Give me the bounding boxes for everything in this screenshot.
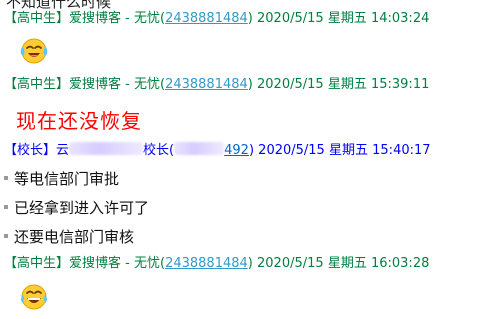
message-line: 已经拿到进入许可了 [4, 197, 149, 218]
redacted-uid-blur [174, 142, 225, 155]
bullet-icon [4, 176, 8, 180]
chat-log: 不知道什么时候 【高中生】爱搜博客 - 无忧(2438881484) 2020/… [0, 0, 488, 319]
message-weekday: 星期五 [327, 11, 367, 26]
message-date: 2020/5/15 [258, 143, 325, 158]
message-header: 【高中生】爱搜博客 - 无忧(2438881484) 2020/5/15 星期五… [4, 77, 430, 92]
message-date: 2020/5/15 [257, 256, 324, 271]
message-header: 【高中生】爱搜博客 - 无忧(2438881484) 2020/5/15 星期五… [4, 11, 430, 26]
message-line: 等电信部门审批 [4, 168, 119, 189]
sender-role: 【高中生】 [4, 11, 70, 26]
sender-uid-link[interactable]: 2438881484 [165, 256, 248, 271]
message-text-highlight: 现在还没恢复 [16, 109, 142, 133]
sender-name-suffix[interactable]: 校长 [143, 143, 169, 158]
sender-role: 【高中生】 [4, 256, 70, 271]
message-date: 2020/5/15 [257, 77, 324, 92]
message-weekday: 星期五 [327, 256, 367, 271]
message-weekday: 星期五 [328, 143, 368, 158]
message-time: 15:40:17 [372, 143, 431, 158]
sender-name[interactable]: 爱搜博客 - 无忧 [69, 11, 160, 26]
message-time: 14:03:24 [370, 11, 430, 26]
message-date: 2020/5/15 [257, 11, 324, 26]
sender-uid-link[interactable]: 2438881484 [165, 77, 248, 92]
sender-uid-link[interactable]: 2438881484 [165, 11, 248, 26]
bullet-icon [4, 234, 8, 238]
message-header: 【高中生】爱搜博客 - 无忧(2438881484) 2020/5/15 星期五… [4, 256, 430, 271]
sender-name-prefix[interactable]: 云 [56, 143, 69, 158]
message-weekday: 星期五 [327, 77, 367, 92]
tears-of-joy-emoji-icon [19, 282, 49, 312]
message-header: 【校长】云 校长(492) 2020/5/15 星期五 15:40:17 [4, 142, 431, 158]
bullet-icon [4, 205, 8, 209]
sender-name[interactable]: 爱搜博客 - 无忧 [69, 77, 160, 92]
message-time: 16:03:28 [370, 256, 430, 271]
message-line: 还要电信部门审核 [4, 226, 134, 247]
sender-role: 【高中生】 [4, 77, 70, 92]
sender-uid-link[interactable]: 492 [224, 143, 249, 158]
sender-role: 【校长】 [4, 143, 57, 158]
message-time: 15:39:11 [370, 77, 430, 92]
sender-name[interactable]: 爱搜博客 - 无忧 [69, 256, 160, 271]
redacted-name-blur [69, 142, 144, 155]
crying-laughing-emoji-icon [19, 36, 49, 66]
